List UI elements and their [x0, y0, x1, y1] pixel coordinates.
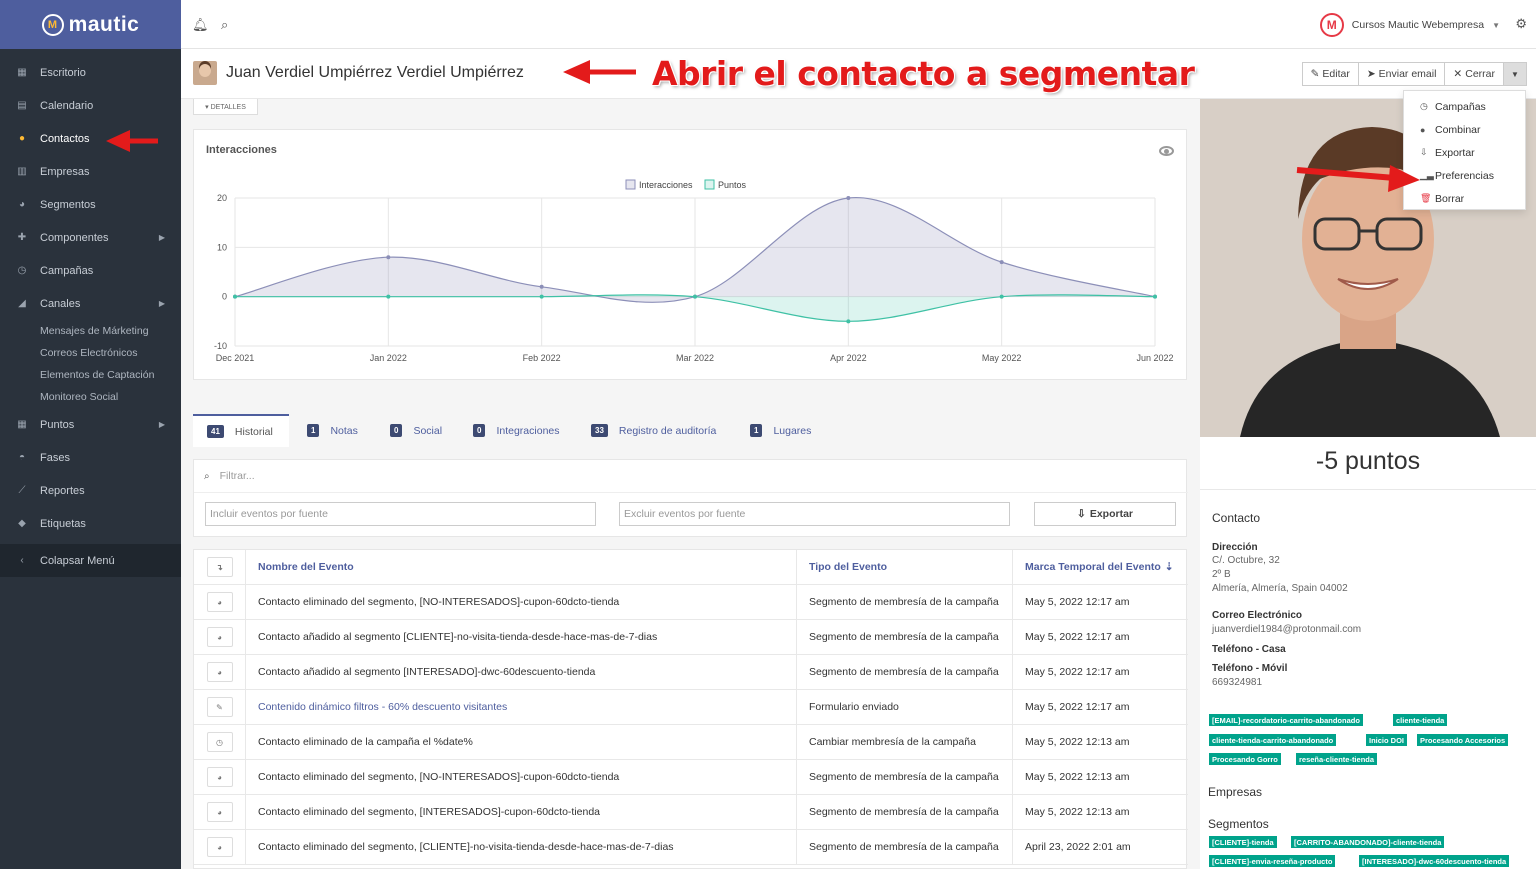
- arrow-to-preferencias: [1296, 165, 1420, 192]
- arrow-to-contact-name: [563, 60, 636, 84]
- arrow-to-contactos: [106, 130, 158, 152]
- annotation-arrows: [106, 60, 1420, 192]
